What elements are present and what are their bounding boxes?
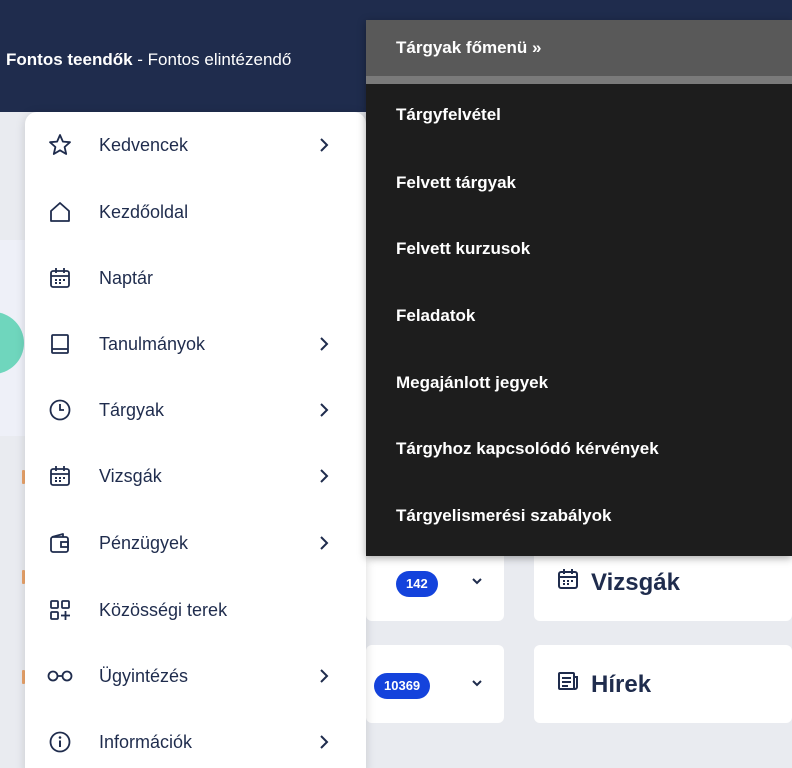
menu-item-informaciok[interactable]: Információk xyxy=(25,717,366,767)
menu-item-label: Kezdőoldal xyxy=(99,201,189,222)
menu-item-label: Naptár xyxy=(99,267,154,288)
submenu-item-targyelismeresi-szabalyok[interactable]: Tárgyelismerési szabályok xyxy=(396,506,611,526)
menu-item-label: Tanulmányok xyxy=(99,333,206,354)
menu-item-naptar[interactable]: Naptár xyxy=(25,253,366,303)
submenu-item-megajanlott-jegyek[interactable]: Megajánlott jegyek xyxy=(396,373,548,393)
chevron-right-icon xyxy=(317,731,331,753)
important-todos-title: Fontos teendők xyxy=(6,50,133,69)
star-icon xyxy=(47,132,73,158)
menu-item-penzugyek[interactable]: Pénzügyek xyxy=(25,518,366,568)
exams-tile-label: Vizsgák xyxy=(591,568,680,596)
menu-item-kezdooldal[interactable]: Kezdőoldal xyxy=(25,187,366,237)
news-tile-title: Hírek xyxy=(557,670,651,699)
wallet-icon xyxy=(47,530,73,556)
menu-item-vizsgak[interactable]: Vizsgák xyxy=(25,451,366,501)
news-count-badge: 10369 xyxy=(374,673,431,699)
submenu-item-targyhoz-kapcsolodo-kervenyek[interactable]: Tárgyhoz kapcsolódó kérvények xyxy=(396,439,659,459)
submenu-item-targyfelvetel[interactable]: Tárgyfelvétel xyxy=(396,105,501,125)
main-side-menu: Kedvencek Kezdőoldal Naptár Tanulmányok … xyxy=(25,112,366,768)
chevron-right-icon xyxy=(317,532,331,554)
subjects-main-menu-link[interactable]: Tárgyak főmenü » xyxy=(366,20,792,76)
chevron-right-icon xyxy=(317,665,331,687)
menu-item-label: Közösségi terek xyxy=(99,599,228,620)
menu-item-tanulmanyok[interactable]: Tanulmányok xyxy=(25,319,366,369)
menu-item-label: Pénzügyek xyxy=(99,532,189,553)
glasses-icon xyxy=(47,663,73,689)
news-tile-label: Hírek xyxy=(591,670,652,698)
calendar-icon xyxy=(557,568,579,597)
menu-item-targyak[interactable]: Tárgyak xyxy=(25,385,366,435)
menu-item-label: Ügyintézés xyxy=(99,665,189,686)
calendar-icon xyxy=(47,265,73,291)
subjects-submenu: Tárgyak főmenü » Tárgyfelvétel Felvett t… xyxy=(366,20,792,556)
submenu-item-feladatok[interactable]: Feladatok xyxy=(396,306,475,326)
important-todos-subtitle: - Fontos elintézendő xyxy=(132,50,292,69)
calendar-icon xyxy=(47,463,73,489)
chevron-down-icon[interactable] xyxy=(470,676,484,694)
menu-item-label: Tárgyak xyxy=(99,399,165,420)
chevron-right-icon xyxy=(317,333,331,355)
exam-count-badge: 142 xyxy=(396,571,438,597)
grid-plus-icon xyxy=(47,597,73,623)
menu-item-kedvencek[interactable]: Kedvencek xyxy=(25,120,366,170)
home-icon xyxy=(47,199,73,225)
info-icon xyxy=(47,729,73,755)
menu-item-label: Vizsgák xyxy=(99,465,162,486)
menu-item-label: Kedvencek xyxy=(99,134,189,155)
menu-item-ugyintezes[interactable]: Ügyintézés xyxy=(25,651,366,701)
clock-icon xyxy=(47,397,73,423)
newspaper-icon xyxy=(557,670,579,699)
submenu-item-felvett-targyak[interactable]: Felvett tárgyak xyxy=(396,173,516,193)
submenu-divider xyxy=(366,76,792,84)
exams-tile-title: Vizsgák xyxy=(557,568,680,597)
chevron-right-icon xyxy=(317,399,331,421)
chevron-down-icon[interactable] xyxy=(470,574,484,592)
submenu-item-felvett-kurzusok[interactable]: Felvett kurzusok xyxy=(396,239,530,259)
menu-item-label: Információk xyxy=(99,731,193,752)
chevron-right-icon xyxy=(317,465,331,487)
important-todos-bar[interactable]: Fontos teendők - Fontos elintézendő xyxy=(6,50,291,70)
book-icon xyxy=(47,331,73,357)
chevron-right-icon xyxy=(317,134,331,156)
menu-item-kozossegi-terek[interactable]: Közösségi terek xyxy=(25,585,366,635)
